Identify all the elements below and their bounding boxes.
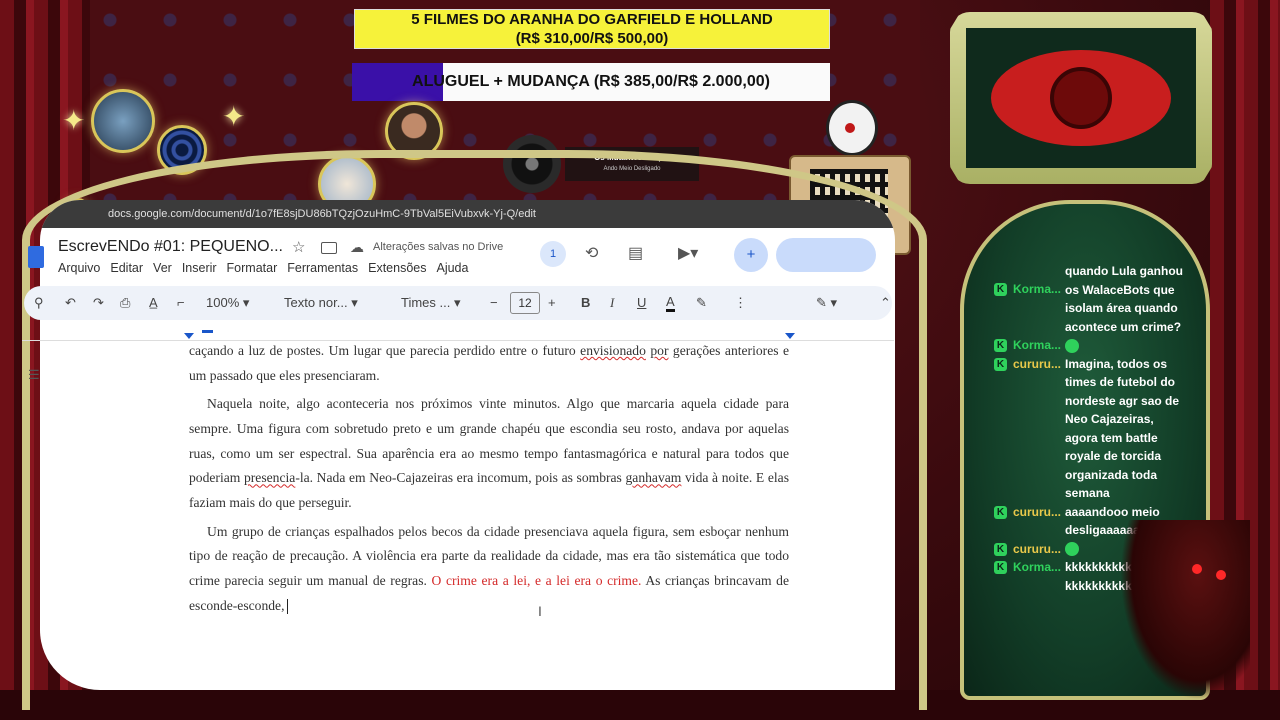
move-folder-icon[interactable] (321, 242, 337, 254)
google-docs-icon[interactable] (28, 246, 44, 268)
undo-icon[interactable]: ↶ (65, 295, 76, 311)
goal1-title: 5 FILMES DO ARANHA DO GARFIELD E HOLLAND (411, 11, 773, 28)
search-icon[interactable]: ⚲ (34, 295, 44, 311)
menu-editar[interactable]: Editar (110, 261, 143, 275)
increase-font-button[interactable]: + (548, 295, 556, 310)
kick-badge-icon: K (994, 561, 1007, 574)
font-select[interactable]: Times ... ▾ (401, 295, 461, 311)
chat-text (1065, 336, 1183, 355)
comments-icon[interactable]: ▤ (628, 243, 643, 263)
chat-text: quando Lula ganhou os WalaceBots que iso… (1065, 264, 1183, 334)
history-icon[interactable]: ⟲ (585, 243, 598, 263)
outline-icon[interactable]: ☰ (28, 367, 40, 383)
eye-pupil (1050, 67, 1112, 129)
save-status: Alterações salvas no Drive (373, 241, 504, 253)
chat-username: cururu... (1013, 504, 1062, 519)
donation-goal-2: ALUGUEL + MUDANÇA (R$ 385,00/R$ 2.000,00… (352, 63, 830, 101)
more-options-icon[interactable]: ⋮ (734, 295, 747, 311)
cloud-saved-icon: ☁ (350, 239, 364, 255)
goal1-amount: (R$ 310,00/R$ 500,00) (515, 30, 669, 47)
font-size-input[interactable]: 12 (510, 292, 540, 314)
paint-format-icon[interactable]: ⌐ (177, 295, 185, 310)
reaper-figure (1120, 520, 1250, 700)
menu-bar: Arquivo Editar Ver Inserir Formatar Ferr… (58, 261, 478, 275)
red-eye-icon (991, 50, 1171, 146)
decrease-font-button[interactable]: − (490, 295, 498, 310)
meet-video-icon[interactable]: ▶▾ (678, 243, 698, 263)
menu-ver[interactable]: Ver (153, 261, 172, 275)
menu-inserir[interactable]: Inserir (182, 261, 217, 275)
url-text: docs.google.com/document/d/1o7fE8sjDU86b… (108, 208, 536, 220)
reaper-eye-icon (1192, 564, 1202, 574)
chat-message: K Korma... (990, 336, 1190, 355)
paragraph-3: Um grupo de crianças espalhados pelos be… (189, 523, 789, 615)
sparkle-star-icon: ✦ (222, 101, 246, 132)
paragraph-1: caçando a luz de postes. Um lugar que pa… (189, 343, 789, 383)
chat-message: K cururu... Imagina, todos os times de f… (990, 355, 1190, 503)
emote-icon (1065, 338, 1079, 353)
menu-formatar[interactable]: Formatar (227, 261, 278, 275)
text-caret (286, 599, 288, 615)
collapse-toolbar-icon[interactable]: ⌃ (880, 295, 891, 311)
active-users-badge[interactable]: 1 (540, 241, 566, 267)
paragraph-2: Naquela noite, algo aconteceria nos próx… (189, 396, 789, 511)
editing-mode-icon[interactable]: ✎ ▾ (816, 295, 837, 311)
menu-ajuda[interactable]: Ajuda (436, 261, 468, 275)
style-select[interactable]: Texto nor... ▾ (284, 295, 358, 311)
document-title[interactable]: EscrevENDo #01: PEQUENO... (58, 238, 283, 256)
menu-extensoes[interactable]: Extensões (368, 261, 426, 275)
character-eye-icon (845, 123, 855, 133)
italic-button[interactable]: I (610, 295, 614, 311)
spellcheck-icon[interactable]: A̲ (149, 295, 158, 310)
highlight-icon[interactable]: ✎ (696, 295, 707, 311)
chat-username: cururu... (1013, 541, 1062, 556)
reaper-eye-icon (1216, 570, 1226, 580)
chat-text: Imagina, todos os times de futebol do no… (1065, 356, 1180, 501)
zoom-select[interactable]: 100% ▾ (206, 295, 249, 311)
red-highlighted-text: O crime era a lei, e a lei era o crime. (431, 573, 642, 589)
redo-icon[interactable]: ↷ (93, 295, 104, 311)
emote-icon (1065, 542, 1079, 557)
menu-ferramentas[interactable]: Ferramentas (287, 261, 358, 275)
sparkle-star-icon: ✦ (62, 105, 86, 136)
chat-username: Korma... (1013, 338, 1062, 352)
underline-button[interactable]: U (637, 295, 646, 310)
chat-username: cururu... (1013, 356, 1062, 371)
kick-badge-icon: K (994, 542, 1007, 556)
kick-badge-icon: K (994, 505, 1007, 519)
text-color-button[interactable]: A (666, 295, 675, 312)
chat-username: Korma... (1013, 282, 1062, 296)
avatar-green-face (91, 89, 155, 153)
star-icon[interactable]: ☆ (292, 238, 305, 256)
donation-goal-1: 5 FILMES DO ARANHA DO GARFIELD E HOLLAND… (354, 9, 830, 49)
kick-badge-icon: K (994, 283, 1007, 296)
kick-badge-icon: K (994, 357, 1007, 371)
ibeam-cursor-icon: I (538, 603, 542, 619)
add-people-icon[interactable]: + (734, 238, 768, 272)
masked-character (826, 100, 878, 156)
menu-arquivo[interactable]: Arquivo (58, 261, 100, 275)
first-line-indent-marker[interactable] (202, 330, 213, 333)
print-icon[interactable]: ⎙ (120, 295, 130, 311)
chat-username: Korma... (1013, 560, 1062, 574)
bold-button[interactable]: B (581, 295, 590, 310)
goal2-label: ALUGUEL + MUDANÇA (R$ 385,00/R$ 2.000,00… (412, 73, 770, 90)
url-bar[interactable]: docs.google.com/document/d/1o7fE8sjDU86b… (40, 200, 895, 228)
document-body[interactable]: caçando a luz de postes. Um lugar que pa… (189, 339, 789, 622)
eye-painting (966, 28, 1196, 168)
kick-badge-icon: K (994, 339, 1007, 352)
share-button[interactable] (776, 238, 876, 272)
